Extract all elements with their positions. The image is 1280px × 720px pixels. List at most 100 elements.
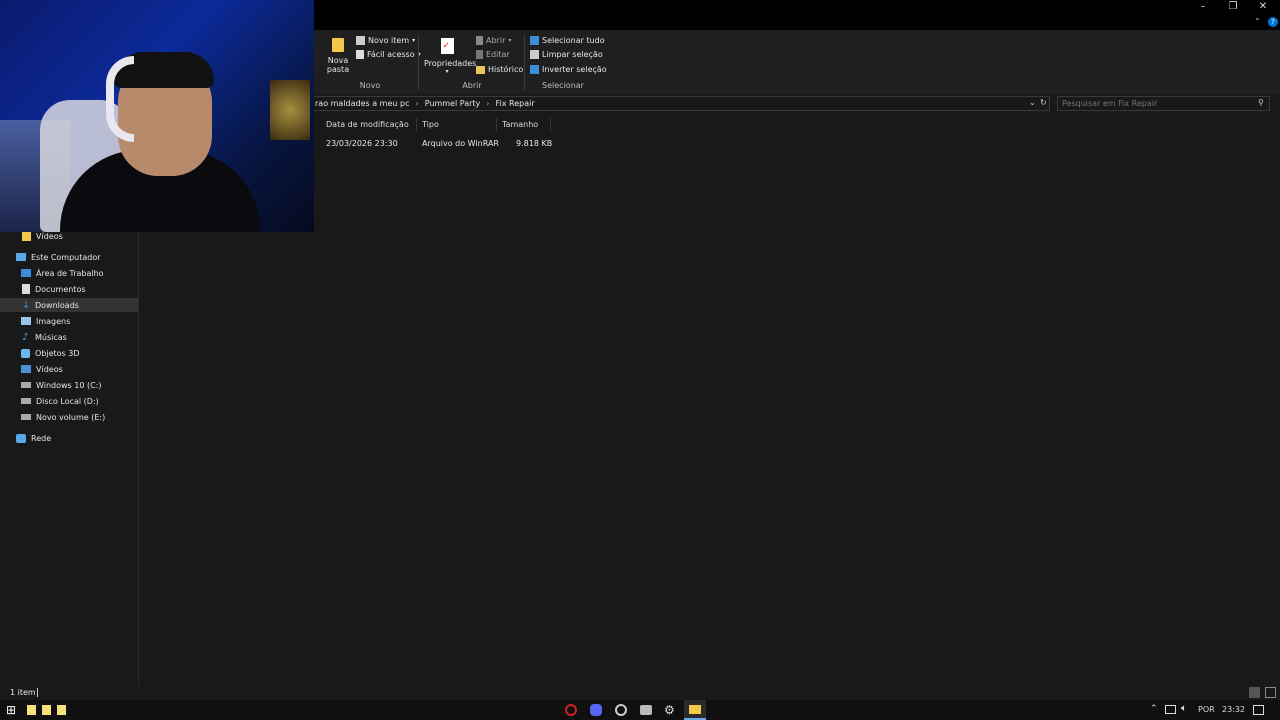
file-explorer-taskbar-button[interactable]	[684, 700, 706, 720]
drive-icon	[21, 414, 31, 420]
nav-item-desktop[interactable]: Área de Trabalho	[0, 266, 138, 280]
properties-button[interactable]: ✓ Propriedades ▾	[424, 36, 476, 75]
select-all-label: Selecionar tudo	[542, 36, 605, 45]
chevron-down-icon[interactable]: ⌄	[1029, 98, 1036, 107]
nav-item-label: Documentos	[35, 284, 86, 294]
discord-icon[interactable]	[590, 704, 602, 716]
ribbon-separator	[418, 34, 419, 90]
edit-icon	[476, 50, 483, 59]
video-icon	[21, 365, 31, 373]
windows-start-icon[interactable]: ⊞	[6, 703, 20, 717]
large-icons-view-icon[interactable]	[1265, 687, 1276, 698]
nav-item-drive-c[interactable]: Windows 10 (C:)	[0, 378, 138, 392]
network-status-icon[interactable]	[1165, 705, 1176, 714]
breadcrumb-item[interactable]: Pummel Party	[425, 99, 481, 108]
easy-access-button[interactable]: Fácil acesso ▾	[356, 50, 421, 59]
folder-icon	[689, 705, 701, 714]
opera-icon[interactable]	[565, 704, 577, 716]
folder-icon	[332, 38, 344, 52]
nav-item-this-pc[interactable]: Este Computador	[0, 250, 138, 264]
properties-icon: ✓	[440, 38, 454, 54]
breadcrumb-item[interactable]: rao maldades a meu pc	[315, 99, 410, 108]
nav-item-3d-objects[interactable]: Objetos 3D	[0, 346, 138, 360]
volume-icon[interactable]: 🔈︎	[1181, 703, 1187, 714]
nav-item-drive-d[interactable]: Disco Local (D:)	[0, 394, 138, 408]
restore-button[interactable]: ❐	[1218, 0, 1248, 14]
app-icon[interactable]	[640, 705, 652, 715]
webcam-headphones	[106, 56, 134, 142]
edit-button[interactable]: Editar	[476, 50, 510, 59]
easy-access-label: Fácil acesso	[367, 50, 415, 59]
drive-icon	[21, 398, 31, 404]
dropdown-arrow-icon: ▾	[508, 37, 512, 44]
app-icon[interactable]	[615, 704, 627, 716]
minimize-button[interactable]: –	[1188, 0, 1218, 14]
nav-item-drive-e[interactable]: Novo volume (E:)	[0, 410, 138, 424]
file-icon[interactable]	[57, 705, 66, 715]
new-folder-button[interactable]: Nova pasta	[326, 36, 350, 74]
music-note-icon: ♪	[22, 331, 29, 343]
notifications-icon[interactable]	[1253, 705, 1264, 715]
open-button[interactable]: Abrir ▾	[476, 36, 511, 45]
column-header-type[interactable]: Tipo	[418, 118, 497, 132]
column-header-size[interactable]: Tamanho	[498, 118, 551, 132]
invert-selection-button[interactable]: Inverter seleção	[530, 65, 607, 74]
file-icon[interactable]	[42, 705, 51, 715]
search-input[interactable]	[1062, 98, 1252, 109]
breadcrumb-item[interactable]: Fix Repair	[495, 99, 534, 108]
nav-item-label: Novo volume (E:)	[36, 412, 106, 422]
search-box[interactable]: ⚲	[1057, 96, 1270, 111]
nav-item-label: Imagens	[36, 316, 71, 326]
easy-access-icon	[356, 50, 364, 59]
ribbon-collapse-icon[interactable]: ⌃	[1254, 17, 1261, 26]
nav-item-label: Área de Trabalho	[36, 268, 104, 278]
ribbon-separator	[524, 34, 525, 90]
nav-item-label: Vídeos	[36, 364, 63, 374]
file-icon[interactable]	[27, 705, 36, 715]
clear-selection-label: Limpar seleção	[542, 50, 603, 59]
document-icon	[22, 284, 30, 294]
nav-item-label: Disco Local (D:)	[36, 396, 99, 406]
invert-selection-icon	[530, 65, 539, 74]
nav-item-downloads[interactable]: ↓ Downloads	[0, 298, 138, 312]
chevron-right-icon: ›	[415, 99, 419, 108]
search-icon[interactable]: ⚲	[1258, 98, 1264, 107]
chevron-up-icon[interactable]: ⌃	[1150, 704, 1158, 714]
group-new-label: Novo	[359, 81, 381, 90]
new-item-button[interactable]: Novo item ▾	[356, 36, 415, 45]
nav-item-label: Objetos 3D	[35, 348, 80, 358]
clear-selection-button[interactable]: Limpar seleção	[530, 50, 603, 59]
select-all-icon	[530, 36, 539, 45]
group-select-label: Selecionar	[542, 81, 584, 90]
folder-icon	[22, 231, 31, 241]
file-size: 9.818 KB	[516, 139, 553, 148]
nav-item-music[interactable]: ♪ Músicas	[0, 330, 138, 344]
nav-item-network[interactable]: Rede	[0, 431, 138, 445]
nav-item-label: Rede	[31, 433, 52, 443]
clock[interactable]: 23:32	[1222, 705, 1245, 714]
refresh-icon[interactable]: ↻	[1040, 98, 1047, 107]
webcam-overlay	[0, 0, 314, 232]
new-folder-label-1: Nova	[327, 56, 349, 65]
help-icon[interactable]: ?	[1268, 17, 1278, 27]
clear-selection-icon	[530, 50, 539, 59]
close-button[interactable]: ✕	[1248, 0, 1278, 14]
language-indicator[interactable]: POR	[1198, 705, 1215, 714]
steam-icon[interactable]: ⚙	[664, 703, 678, 717]
chevron-right-icon: ›	[486, 99, 490, 108]
history-button[interactable]: Histórico	[476, 65, 523, 74]
column-header-date[interactable]: Data de modificação	[322, 118, 417, 132]
dropdown-arrow-icon: ▾	[445, 68, 449, 75]
item-count: 1 item	[10, 688, 36, 697]
nav-item-pictures[interactable]: Imagens	[0, 314, 138, 328]
history-icon	[476, 65, 485, 74]
desktop-icon	[21, 269, 31, 277]
nav-item-label: Músicas	[35, 332, 67, 342]
network-icon	[16, 433, 26, 443]
nav-item-documents[interactable]: Documentos	[0, 282, 138, 296]
select-all-button[interactable]: Selecionar tudo	[530, 36, 605, 45]
nav-item-videos[interactable]: Vídeos	[0, 362, 138, 376]
details-view-icon[interactable]	[1249, 687, 1260, 698]
open-label: Abrir	[486, 36, 506, 45]
new-item-icon	[356, 36, 365, 45]
